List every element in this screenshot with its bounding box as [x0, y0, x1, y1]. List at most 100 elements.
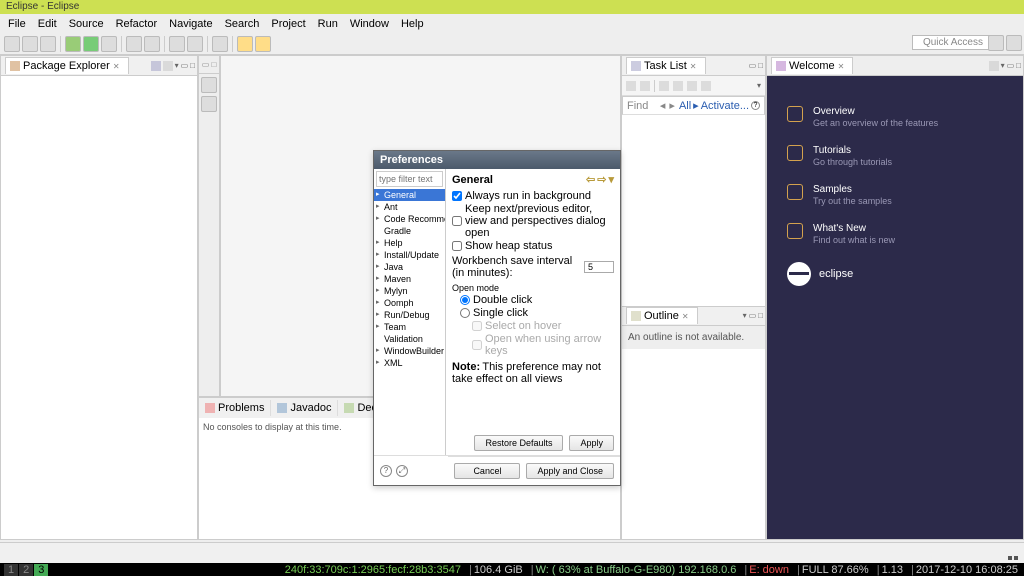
- link-icon[interactable]: [151, 61, 161, 71]
- tree-item-team[interactable]: Team: [374, 321, 445, 333]
- tree-item-mylyn[interactable]: Mylyn: [374, 285, 445, 297]
- tree-item-windowbuilder[interactable]: WindowBuilder: [374, 345, 445, 357]
- radio[interactable]: [460, 295, 470, 305]
- quick-access-input[interactable]: Quick Access: [912, 35, 994, 50]
- welcome-tab[interactable]: Welcome ✕: [771, 57, 853, 74]
- menu-icon[interactable]: ▾: [608, 173, 614, 186]
- apply-close-button[interactable]: Apply and Close: [526, 463, 614, 479]
- back-icon[interactable]: ⇦: [586, 173, 595, 186]
- new-button[interactable]: [4, 36, 20, 52]
- search-button[interactable]: [187, 36, 203, 52]
- welcome-tutorials[interactable]: TutorialsGo through tutorials: [787, 145, 1003, 168]
- maximize-icon[interactable]: □: [758, 61, 763, 70]
- filter-input[interactable]: [376, 171, 443, 187]
- tab-javadoc[interactable]: Javadoc: [271, 400, 338, 416]
- clear-icon[interactable]: ◂: [660, 99, 666, 112]
- tree-item-coderecommenders[interactable]: Code Recommenders: [374, 213, 445, 225]
- strip-btn[interactable]: [201, 77, 217, 93]
- menu-help[interactable]: Help: [395, 16, 430, 32]
- tree-item-maven[interactable]: Maven: [374, 273, 445, 285]
- tree-item-xml[interactable]: XML: [374, 357, 445, 369]
- collapse-icon[interactable]: [163, 61, 173, 71]
- new-class-button[interactable]: [144, 36, 160, 52]
- forward-button[interactable]: [255, 36, 271, 52]
- checkbox-row[interactable]: Keep next/previous editor, view and pers…: [452, 203, 614, 239]
- workspace-2[interactable]: 2: [19, 564, 33, 576]
- apply-button[interactable]: Apply: [569, 435, 614, 451]
- minimize-icon[interactable]: ▭: [749, 61, 757, 70]
- checkbox-row[interactable]: Show heap status: [452, 240, 614, 252]
- minimize-icon[interactable]: ▭: [181, 61, 189, 71]
- focus-icon[interactable]: [673, 81, 683, 91]
- tree-item-installupdate[interactable]: Install/Update: [374, 249, 445, 261]
- welcome-whatsnew[interactable]: What's NewFind out what is new: [787, 223, 1003, 246]
- workbench-interval-input[interactable]: [584, 261, 614, 273]
- save-all-button[interactable]: [40, 36, 56, 52]
- sync-icon[interactable]: [687, 81, 697, 91]
- cancel-button[interactable]: Cancel: [454, 463, 520, 479]
- forward-icon[interactable]: ⇨: [597, 173, 606, 186]
- tab-problems[interactable]: Problems: [199, 400, 271, 416]
- collapse-icon[interactable]: [701, 81, 711, 91]
- maximize-icon[interactable]: □: [190, 61, 195, 71]
- tree-item-ant[interactable]: Ant: [374, 201, 445, 213]
- menu-refactor[interactable]: Refactor: [110, 16, 164, 32]
- workspace-3[interactable]: 3: [34, 564, 48, 576]
- run-button[interactable]: [83, 36, 99, 52]
- view-menu-icon[interactable]: ▾: [757, 81, 761, 90]
- menu-search[interactable]: Search: [219, 16, 266, 32]
- radio-row[interactable]: Single click: [460, 307, 614, 319]
- menu-window[interactable]: Window: [344, 16, 395, 32]
- menu-navigate[interactable]: Navigate: [163, 16, 218, 32]
- save-button[interactable]: [22, 36, 38, 52]
- workspace-1[interactable]: 1: [4, 564, 18, 576]
- checkbox[interactable]: [452, 191, 462, 201]
- task-list-tab[interactable]: Task List ✕: [626, 57, 706, 74]
- schedule-icon[interactable]: [659, 81, 669, 91]
- tree-item-java[interactable]: Java: [374, 261, 445, 273]
- view-menu-icon[interactable]: ▾: [1001, 61, 1005, 71]
- package-explorer-tab[interactable]: Package Explorer ✕: [5, 57, 129, 74]
- strip-btn[interactable]: [201, 96, 217, 112]
- help-icon[interactable]: ?: [751, 101, 760, 110]
- import-export-icon[interactable]: ⤢: [396, 465, 408, 477]
- view-menu-icon[interactable]: ▾: [175, 61, 179, 71]
- tree-item-help[interactable]: Help: [374, 237, 445, 249]
- back-button[interactable]: [237, 36, 253, 52]
- welcome-samples[interactable]: SamplesTry out the samples: [787, 184, 1003, 207]
- tree-item-rundebug[interactable]: Run/Debug: [374, 309, 445, 321]
- tree-item-validation[interactable]: Validation: [374, 333, 445, 345]
- checkbox[interactable]: [452, 216, 462, 226]
- debug-button[interactable]: [65, 36, 81, 52]
- radio[interactable]: [460, 308, 470, 318]
- java-perspective-button[interactable]: [1006, 35, 1022, 51]
- minimize-icon[interactable]: ▭: [1007, 61, 1015, 71]
- maximize-icon[interactable]: □: [1016, 61, 1021, 71]
- checkbox[interactable]: [452, 241, 462, 251]
- open-type-button[interactable]: [169, 36, 185, 52]
- menu-run[interactable]: Run: [312, 16, 344, 32]
- outline-tab[interactable]: Outline ✕: [626, 307, 698, 324]
- tree-item-general[interactable]: General: [374, 189, 445, 201]
- breadcrumb-activate[interactable]: Activate...: [701, 100, 749, 112]
- view-menu-icon[interactable]: ▾: [743, 311, 747, 320]
- categorize-icon[interactable]: [640, 81, 650, 91]
- menu-project[interactable]: Project: [265, 16, 311, 32]
- new-task-icon[interactable]: [626, 81, 636, 91]
- menu-edit[interactable]: Edit: [32, 16, 63, 32]
- open-perspective-button[interactable]: [988, 35, 1004, 51]
- maximize-icon[interactable]: □: [758, 311, 763, 320]
- new-package-button[interactable]: [126, 36, 142, 52]
- checkbox-row[interactable]: Always run in background: [452, 190, 614, 202]
- home-icon[interactable]: [989, 61, 999, 71]
- breadcrumb-all[interactable]: All: [679, 100, 691, 112]
- run-last-button[interactable]: [101, 36, 117, 52]
- restore-defaults-button[interactable]: Restore Defaults: [474, 435, 563, 451]
- tree-item-oomph[interactable]: Oomph: [374, 297, 445, 309]
- menu-file[interactable]: File: [2, 16, 32, 32]
- help-icon[interactable]: ?: [380, 465, 392, 477]
- welcome-overview[interactable]: OverviewGet an overview of the features: [787, 106, 1003, 129]
- toggle-button[interactable]: [212, 36, 228, 52]
- minimize-icon[interactable]: ▭: [749, 311, 757, 320]
- tree-item-gradle[interactable]: Gradle: [374, 225, 445, 237]
